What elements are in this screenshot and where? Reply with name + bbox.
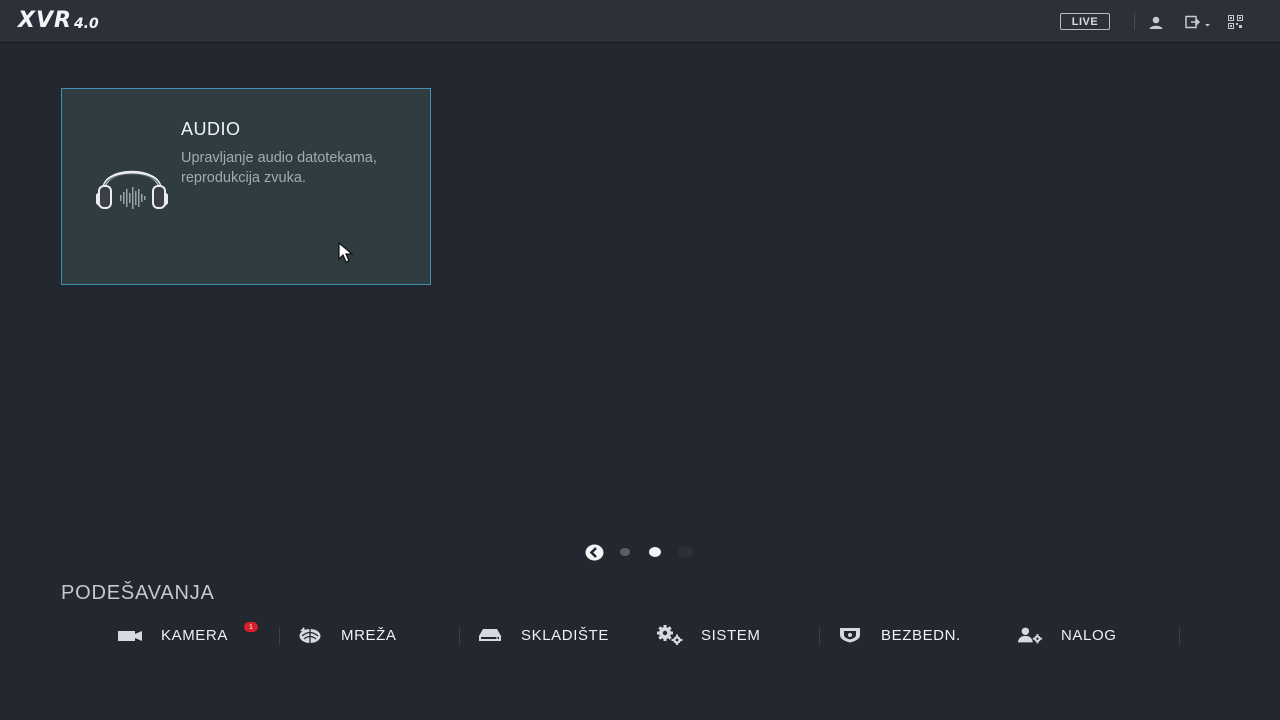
mouse-cursor-icon: [338, 241, 354, 269]
audio-card[interactable]: AUDIO Upravljanje audio datotekama, repr…: [61, 88, 431, 285]
logout-icon[interactable]: [1184, 13, 1212, 31]
page-dot-3[interactable]: [678, 546, 694, 558]
user-icon[interactable]: [1147, 13, 1165, 31]
section-title: PODEŠAVANJA: [61, 582, 215, 604]
headphones-icon: [96, 159, 168, 213]
menu-item-nalog[interactable]: NALOG: [1017, 618, 1117, 652]
settings-menu: KAMERA MREŽA SKLADIŠTE SISTEM BEZBEDN. N…: [0, 618, 1280, 652]
page-dot-2[interactable]: [649, 547, 661, 557]
qr-code-icon[interactable]: [1226, 13, 1244, 31]
card-description: Upravljanje audio datotekama, reprodukci…: [181, 150, 377, 186]
shield-icon: [837, 625, 863, 645]
menu-item-skladiste[interactable]: SKLADIŠTE: [477, 618, 609, 652]
live-button[interactable]: LIVE: [1060, 13, 1110, 30]
gears-icon: [655, 625, 685, 645]
menu-divider: [279, 627, 280, 645]
menu-divider: [459, 627, 460, 645]
camera-icon: [117, 625, 143, 645]
menu-label: MREŽA: [341, 626, 397, 644]
menu-item-sistem[interactable]: SISTEM: [655, 618, 760, 652]
card-title: AUDIO: [181, 119, 241, 139]
menu-label: NALOG: [1061, 626, 1117, 644]
menu-label: SKLADIŠTE: [521, 626, 609, 644]
top-divider: [1134, 13, 1135, 30]
network-icon: [297, 625, 323, 645]
menu-item-kamera[interactable]: KAMERA: [117, 618, 228, 652]
xvr-logo: XVR 4.0: [18, 9, 99, 33]
top-bar: XVR 4.0 LIVE: [0, 0, 1280, 43]
logo-version: 4.0: [73, 16, 99, 32]
menu-item-mreza[interactable]: MREŽA: [297, 618, 397, 652]
storage-icon: [477, 625, 503, 645]
page-dot-1[interactable]: [620, 548, 630, 556]
menu-label: KAMERA: [161, 626, 228, 644]
menu-label: SISTEM: [701, 626, 761, 644]
previous-page-button[interactable]: [585, 544, 604, 561]
menu-divider: [819, 627, 820, 645]
notification-badge: 1: [244, 622, 258, 632]
menu-divider: [1179, 627, 1180, 645]
menu-label: BEZBEDN.: [881, 626, 961, 644]
account-settings-icon: [1017, 625, 1043, 645]
logo-main: XVR: [18, 8, 72, 33]
menu-item-bezbedn[interactable]: BEZBEDN.: [837, 618, 961, 652]
